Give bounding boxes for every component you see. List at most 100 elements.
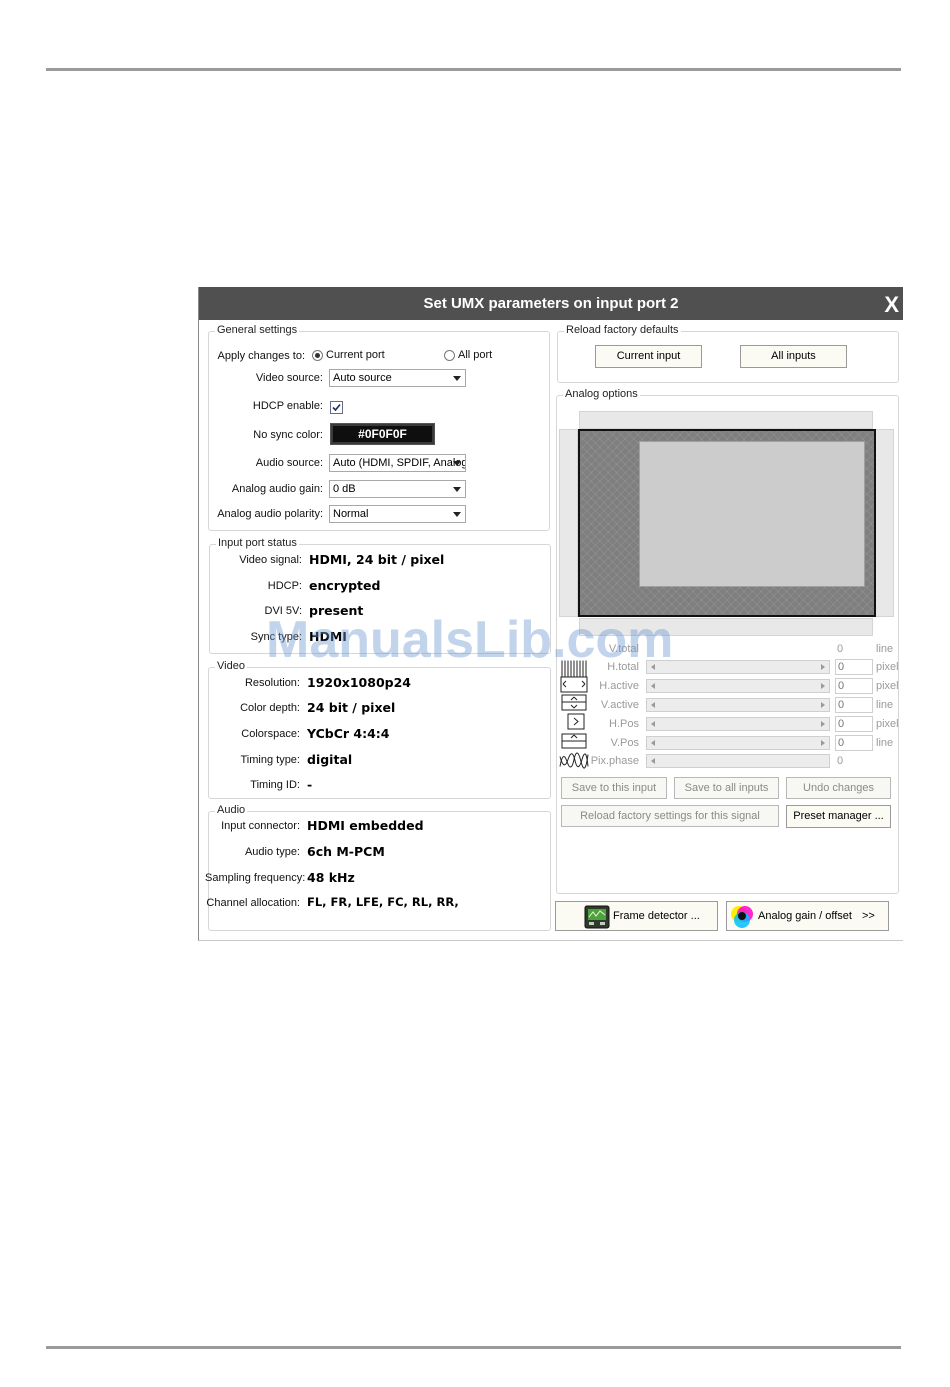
sampling-frequency-label: Sampling frequency:	[205, 872, 306, 884]
timing-id-label: Timing ID:	[250, 779, 300, 791]
apply-changes-label: Apply changes to:	[217, 350, 305, 362]
audio-source-select[interactable]: Auto (HDMI, SPDIF, Analog)	[329, 454, 466, 472]
analog-param-unit: line	[876, 737, 894, 749]
analog-param-value[interactable]: 0	[835, 697, 873, 713]
analog-param-label: Pix.phase	[590, 755, 639, 767]
timing-type-label: Timing type:	[240, 754, 300, 766]
analog-param-value[interactable]: 0	[835, 659, 873, 675]
general-settings-title: General settings	[215, 324, 300, 336]
audio-type-label: Audio type:	[244, 846, 300, 858]
timing-type-value: digital	[307, 752, 353, 767]
chevron-down-icon	[453, 487, 461, 492]
analog-audio-polarity-select[interactable]: Normal	[329, 505, 466, 523]
bottom-rule	[46, 1346, 901, 1349]
hdcp-enable-checkbox[interactable]	[330, 401, 343, 414]
analog-param-slider[interactable]	[646, 679, 830, 693]
analog-param-slider[interactable]	[646, 754, 830, 768]
channel-allocation-value: FL, FR, LFE, FC, RL, RR,	[307, 895, 459, 909]
analog-param-label: V.active	[600, 699, 639, 711]
analog-param-slider[interactable]	[646, 698, 830, 712]
analog-param-slider[interactable]	[646, 736, 830, 750]
analog-param-slider[interactable]	[646, 717, 830, 731]
audio-type-value: 6ch M-PCM	[307, 844, 385, 859]
hdcp-status-label: HDCP:	[267, 580, 302, 592]
timing-id-value: -	[307, 777, 313, 792]
analog-param-value[interactable]: 0	[835, 735, 873, 751]
signal-area	[578, 429, 876, 617]
frame-detector-icon	[584, 905, 610, 929]
analog-param-slider[interactable]	[646, 660, 830, 674]
analog-param-value[interactable]: 0	[835, 678, 873, 694]
arrow-right-icon[interactable]	[821, 683, 825, 689]
audio-source-value: Auto (HDMI, SPDIF, Analog)	[333, 457, 466, 469]
all-port-radio[interactable]	[444, 350, 455, 361]
analog-options-title: Analog options	[563, 388, 640, 400]
analog-param-value: 0	[837, 755, 844, 767]
save-to-this-input-button[interactable]: Save to this input	[561, 777, 667, 799]
arrow-right-icon[interactable]	[821, 664, 825, 670]
current-port-radio[interactable]	[312, 350, 323, 361]
analog-audio-gain-label: Analog audio gain:	[231, 483, 323, 495]
analog-param-unit: line	[876, 699, 894, 711]
color-wheel-icon	[731, 906, 753, 928]
undo-changes-button[interactable]: Undo changes	[786, 777, 891, 799]
analog-param-label: H.active	[599, 680, 639, 692]
analog-preview-frame	[559, 411, 894, 636]
dialog-titlebar: Set UMX parameters on input port 2 X	[199, 287, 903, 320]
arrow-left-icon[interactable]	[651, 721, 655, 727]
analog-param-unit: line	[876, 643, 894, 655]
analog-param-value: 0	[837, 643, 844, 655]
arrow-left-icon[interactable]	[651, 740, 655, 746]
top-adjust-bar[interactable]	[579, 411, 873, 429]
channel-allocation-label: Channel allocation:	[206, 897, 300, 909]
input-port-status-title: Input port status	[216, 537, 299, 549]
current-port-label[interactable]: Current port	[326, 349, 385, 361]
video-source-label: Video source:	[255, 372, 323, 384]
input-connector-value: HDMI embedded	[307, 818, 424, 833]
color-depth-label: Color depth:	[240, 702, 300, 714]
colorspace-value: YCbCr 4:4:4	[307, 726, 390, 741]
colorspace-label: Colorspace:	[241, 728, 300, 740]
chevron-down-icon	[453, 376, 461, 381]
frame-detector-label: Frame detector ...	[613, 910, 700, 922]
hdcp-status-value: encrypted	[309, 578, 381, 593]
analog-audio-gain-value: 0 dB	[333, 483, 356, 495]
reload-current-input-button[interactable]: Current input	[595, 345, 702, 368]
arrow-right-icon[interactable]	[821, 740, 825, 746]
analog-gain-offset-button[interactable]: Analog gain / offset >>	[726, 901, 889, 931]
reload-factory-settings-signal-button[interactable]: Reload factory settings for this signal	[561, 805, 779, 827]
analog-param-unit: pixel	[876, 661, 899, 673]
color-depth-value: 24 bit / pixel	[307, 700, 396, 715]
video-source-select[interactable]: Auto source	[329, 369, 466, 387]
analog-param-label: V.Pos	[610, 737, 639, 749]
sampling-frequency-value: 48 kHz	[307, 870, 355, 885]
analog-param-unit: pixel	[876, 680, 899, 692]
left-adjust-bar[interactable]	[559, 429, 578, 617]
save-to-all-inputs-button[interactable]: Save to all inputs	[674, 777, 779, 799]
analog-audio-polarity-label: Analog audio polarity:	[217, 508, 323, 520]
no-sync-color-swatch[interactable]: #0F0F0F	[330, 423, 435, 445]
video-group-title: Video	[215, 660, 247, 672]
arrow-left-icon[interactable]	[651, 683, 655, 689]
watermark: ManualsLib.com	[266, 611, 674, 669]
analog-gain-offset-label: Analog gain / offset	[758, 910, 852, 922]
active-picture-area	[639, 441, 865, 587]
no-sync-color-value: #0F0F0F	[358, 427, 407, 441]
analog-param-value[interactable]: 0	[835, 716, 873, 732]
video-source-value: Auto source	[333, 372, 392, 384]
reload-all-inputs-button[interactable]: All inputs	[740, 345, 847, 368]
all-port-label[interactable]: All port	[458, 349, 492, 361]
frame-detector-button[interactable]: Frame detector ...	[555, 901, 718, 931]
input-connector-label: Input connector:	[221, 820, 300, 832]
arrow-left-icon[interactable]	[651, 702, 655, 708]
checkmark-icon	[332, 403, 341, 412]
arrow-right-icon[interactable]	[821, 721, 825, 727]
close-button[interactable]: X	[884, 292, 899, 318]
audio-group-title: Audio	[215, 804, 248, 816]
arrow-left-icon[interactable]	[651, 758, 655, 764]
analog-audio-gain-select[interactable]: 0 dB	[329, 480, 466, 498]
arrow-right-icon[interactable]	[821, 702, 825, 708]
preset-manager-button[interactable]: Preset manager ...	[786, 805, 891, 828]
right-adjust-bar[interactable]	[875, 429, 894, 617]
top-rule	[46, 68, 901, 71]
